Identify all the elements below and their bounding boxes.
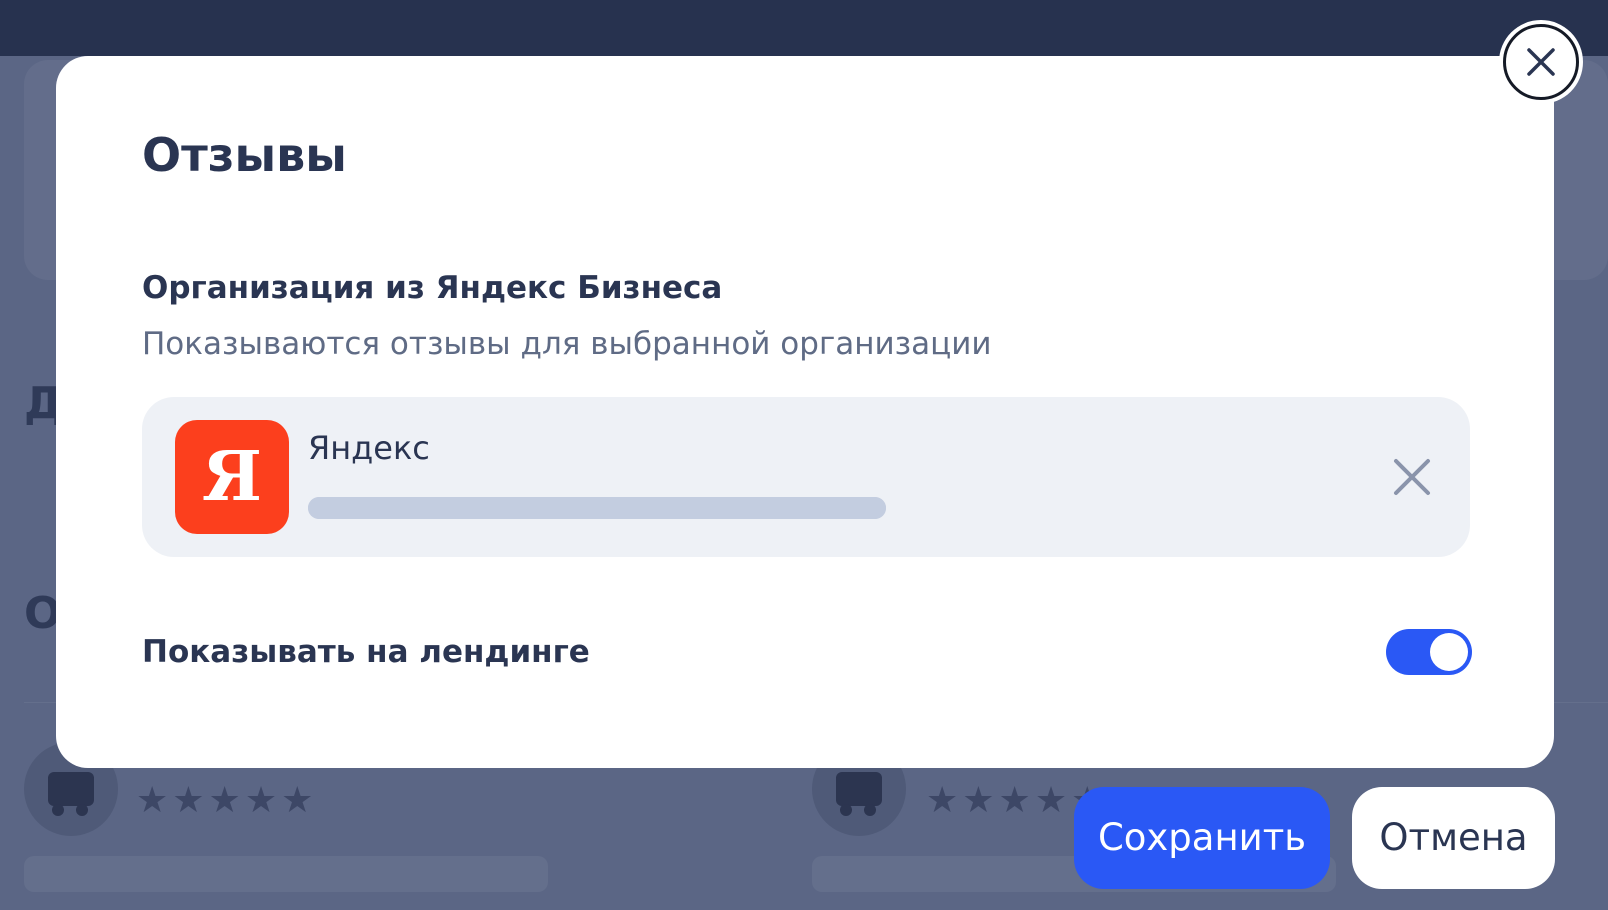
close-modal-button[interactable] (1503, 24, 1579, 100)
background-rating-stars: ★★★★★ (136, 780, 318, 821)
remove-icon (1394, 459, 1430, 495)
page-top-bar (0, 0, 1608, 56)
toggle-knob (1430, 633, 1468, 671)
organization-address-placeholder (308, 497, 886, 519)
remove-organization-button[interactable] (1388, 453, 1436, 501)
save-button[interactable]: Сохранить (1074, 787, 1330, 889)
organization-section-title: Организация из Яндекс Бизнеса (142, 270, 723, 306)
selected-organization-card: Я Яндекс (142, 397, 1470, 557)
placeholder-fill (308, 497, 886, 519)
organization-name: Яндекс (308, 429, 430, 467)
modal-title: Отзывы (142, 128, 347, 182)
close-icon (1527, 48, 1555, 76)
yandex-logo-icon: Я (175, 420, 289, 534)
show-on-landing-toggle[interactable] (1386, 629, 1472, 675)
background-placeholder-bar (24, 856, 548, 892)
reviews-modal: Отзывы Организация из Яндекс Бизнеса Пок… (56, 56, 1554, 768)
cancel-button[interactable]: Отмена (1352, 787, 1555, 889)
organization-section-subtitle: Показываются отзывы для выбранной органи… (142, 326, 992, 362)
show-on-landing-label: Показывать на лендинге (142, 634, 590, 670)
